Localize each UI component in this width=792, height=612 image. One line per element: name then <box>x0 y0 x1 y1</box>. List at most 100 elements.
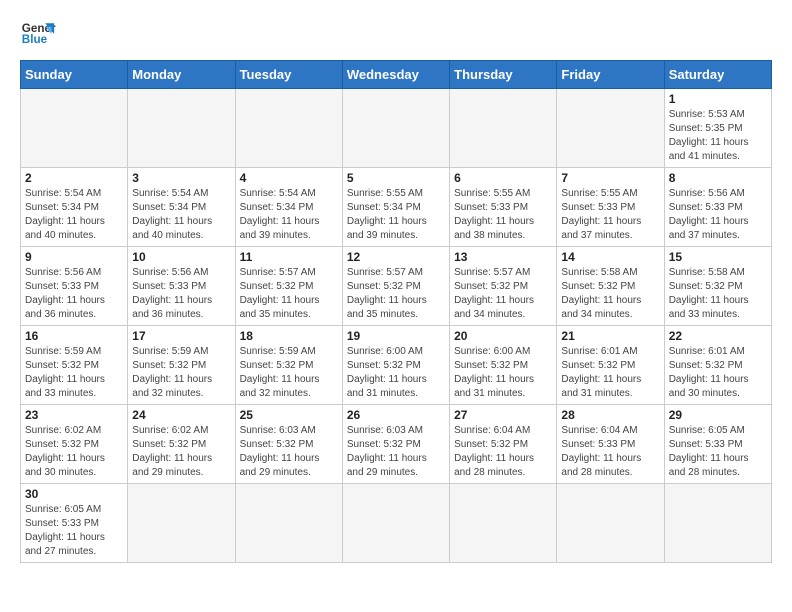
day-info: Sunrise: 6:05 AMSunset: 5:33 PMDaylight:… <box>25 503 123 559</box>
calendar-cell: 21 Sunrise: 6:01 AMSunset: 5:32 PMDayligh… <box>557 326 664 405</box>
day-info: Sunrise: 5:55 AMSunset: 5:34 PMDaylight:… <box>347 187 445 243</box>
day-number: 29 <box>669 408 767 422</box>
day-number: 15 <box>669 250 767 264</box>
day-info: Sunrise: 6:05 AMSunset: 5:33 PMDaylight:… <box>669 424 767 480</box>
day-info: Sunrise: 6:01 AMSunset: 5:32 PMDaylight:… <box>561 345 659 401</box>
day-info: Sunrise: 6:00 AMSunset: 5:32 PMDaylight:… <box>454 345 552 401</box>
calendar-cell <box>342 484 449 563</box>
calendar-cell: 25Sunrise: 6:03 AMSunset: 5:32 PMDayligh… <box>235 405 342 484</box>
day-info: Sunrise: 6:02 AMSunset: 5:32 PMDaylight:… <box>132 424 230 480</box>
calendar-week-row: 2 Sunrise: 5:54 AMSunset: 5:34 PMDaylight… <box>21 168 772 247</box>
day-number: 23 <box>25 408 123 422</box>
calendar-cell <box>128 89 235 168</box>
day-info: Sunrise: 5:56 AMSunset: 5:33 PMDaylight:… <box>669 187 767 243</box>
calendar-week-row: 1 Sunrise: 5:53 AMSunset: 5:35 PMDaylight… <box>21 89 772 168</box>
day-number: 3 <box>132 171 230 185</box>
calendar-cell: 5Sunrise: 5:55 AMSunset: 5:34 PMDaylight… <box>342 168 449 247</box>
calendar-header-row: SundayMondayTuesdayWednesdayThursdayFrid… <box>21 61 772 89</box>
day-number: 30 <box>25 487 123 501</box>
day-info: Sunrise: 5:58 AMSunset: 5:32 PMDaylight:… <box>669 266 767 322</box>
calendar-week-row: 9 Sunrise: 5:56 AMSunset: 5:33 PMDaylight… <box>21 247 772 326</box>
day-number: 27 <box>454 408 552 422</box>
day-info: Sunrise: 6:02 AMSunset: 5:32 PMDaylight:… <box>25 424 123 480</box>
calendar-cell: 9 Sunrise: 5:56 AMSunset: 5:33 PMDaylight… <box>21 247 128 326</box>
day-info: Sunrise: 6:04 AMSunset: 5:32 PMDaylight:… <box>454 424 552 480</box>
day-info: Sunrise: 5:56 AMSunset: 5:33 PMDaylight:… <box>25 266 123 322</box>
day-number: 24 <box>132 408 230 422</box>
calendar-week-row: 30 Sunrise: 6:05 AMSunset: 5:33 PMDayligh… <box>21 484 772 563</box>
day-number: 13 <box>454 250 552 264</box>
calendar-cell <box>235 484 342 563</box>
calendar-cell: 16 Sunrise: 5:59 AMSunset: 5:32 PMDayligh… <box>21 326 128 405</box>
calendar-cell: 15 Sunrise: 5:58 AMSunset: 5:32 PMDayligh… <box>664 247 771 326</box>
calendar-cell: 3 Sunrise: 5:54 AMSunset: 5:34 PMDaylight… <box>128 168 235 247</box>
day-info: Sunrise: 5:58 AMSunset: 5:32 PMDaylight:… <box>561 266 659 322</box>
calendar-cell <box>128 484 235 563</box>
day-number: 1 <box>669 92 767 106</box>
day-number: 25 <box>240 408 338 422</box>
day-info: Sunrise: 5:54 AMSunset: 5:34 PMDaylight:… <box>25 187 123 243</box>
calendar-header-thursday: Thursday <box>450 61 557 89</box>
calendar-cell: 24 Sunrise: 6:02 AMSunset: 5:32 PMDayligh… <box>128 405 235 484</box>
calendar-week-row: 16 Sunrise: 5:59 AMSunset: 5:32 PMDayligh… <box>21 326 772 405</box>
calendar-cell <box>557 89 664 168</box>
calendar-cell <box>21 89 128 168</box>
day-number: 17 <box>132 329 230 343</box>
calendar-cell: 29 Sunrise: 6:05 AMSunset: 5:33 PMDayligh… <box>664 405 771 484</box>
calendar-cell: 11Sunrise: 5:57 AMSunset: 5:32 PMDayligh… <box>235 247 342 326</box>
day-number: 9 <box>25 250 123 264</box>
day-number: 2 <box>25 171 123 185</box>
day-info: Sunrise: 5:59 AMSunset: 5:32 PMDaylight:… <box>25 345 123 401</box>
day-number: 14 <box>561 250 659 264</box>
day-info: Sunrise: 5:54 AMSunset: 5:34 PMDaylight:… <box>132 187 230 243</box>
day-number: 26 <box>347 408 445 422</box>
day-info: Sunrise: 5:53 AMSunset: 5:35 PMDaylight:… <box>669 108 767 164</box>
day-number: 12 <box>347 250 445 264</box>
calendar: SundayMondayTuesdayWednesdayThursdayFrid… <box>20 60 772 563</box>
day-info: Sunrise: 5:57 AMSunset: 5:32 PMDaylight:… <box>454 266 552 322</box>
day-number: 28 <box>561 408 659 422</box>
calendar-cell <box>664 484 771 563</box>
calendar-header-saturday: Saturday <box>664 61 771 89</box>
calendar-cell: 18Sunrise: 5:59 AMSunset: 5:32 PMDayligh… <box>235 326 342 405</box>
calendar-cell: 28 Sunrise: 6:04 AMSunset: 5:33 PMDayligh… <box>557 405 664 484</box>
calendar-cell <box>450 484 557 563</box>
day-number: 4 <box>240 171 338 185</box>
calendar-cell: 14 Sunrise: 5:58 AMSunset: 5:32 PMDayligh… <box>557 247 664 326</box>
day-number: 20 <box>454 329 552 343</box>
day-number: 7 <box>561 171 659 185</box>
header: General Blue <box>20 16 772 52</box>
calendar-cell: 2 Sunrise: 5:54 AMSunset: 5:34 PMDaylight… <box>21 168 128 247</box>
calendar-header-tuesday: Tuesday <box>235 61 342 89</box>
calendar-header-friday: Friday <box>557 61 664 89</box>
day-number: 10 <box>132 250 230 264</box>
day-info: Sunrise: 5:57 AMSunset: 5:32 PMDaylight:… <box>347 266 445 322</box>
day-number: 22 <box>669 329 767 343</box>
logo-icon: General Blue <box>20 16 56 52</box>
day-info: Sunrise: 6:00 AMSunset: 5:32 PMDaylight:… <box>347 345 445 401</box>
day-info: Sunrise: 5:59 AMSunset: 5:32 PMDaylight:… <box>132 345 230 401</box>
day-info: Sunrise: 5:59 AMSunset: 5:32 PMDaylight:… <box>240 345 338 401</box>
calendar-cell: 6Sunrise: 5:55 AMSunset: 5:33 PMDaylight… <box>450 168 557 247</box>
calendar-cell: 26Sunrise: 6:03 AMSunset: 5:32 PMDayligh… <box>342 405 449 484</box>
day-info: Sunrise: 6:04 AMSunset: 5:33 PMDaylight:… <box>561 424 659 480</box>
calendar-header-wednesday: Wednesday <box>342 61 449 89</box>
calendar-cell: 4 Sunrise: 5:54 AMSunset: 5:34 PMDaylight… <box>235 168 342 247</box>
day-info: Sunrise: 5:55 AMSunset: 5:33 PMDaylight:… <box>561 187 659 243</box>
calendar-cell <box>450 89 557 168</box>
day-number: 6 <box>454 171 552 185</box>
calendar-cell: 23 Sunrise: 6:02 AMSunset: 5:32 PMDayligh… <box>21 405 128 484</box>
day-number: 21 <box>561 329 659 343</box>
calendar-cell: 19Sunrise: 6:00 AMSunset: 5:32 PMDayligh… <box>342 326 449 405</box>
calendar-week-row: 23 Sunrise: 6:02 AMSunset: 5:32 PMDayligh… <box>21 405 772 484</box>
calendar-cell <box>235 89 342 168</box>
calendar-header-monday: Monday <box>128 61 235 89</box>
calendar-cell <box>557 484 664 563</box>
calendar-cell: 22Sunrise: 6:01 AMSunset: 5:32 PMDayligh… <box>664 326 771 405</box>
calendar-cell: 17 Sunrise: 5:59 AMSunset: 5:32 PMDayligh… <box>128 326 235 405</box>
calendar-cell: 7 Sunrise: 5:55 AMSunset: 5:33 PMDaylight… <box>557 168 664 247</box>
day-number: 16 <box>25 329 123 343</box>
svg-text:Blue: Blue <box>22 33 48 46</box>
day-info: Sunrise: 5:56 AMSunset: 5:33 PMDaylight:… <box>132 266 230 322</box>
day-info: Sunrise: 5:54 AMSunset: 5:34 PMDaylight:… <box>240 187 338 243</box>
